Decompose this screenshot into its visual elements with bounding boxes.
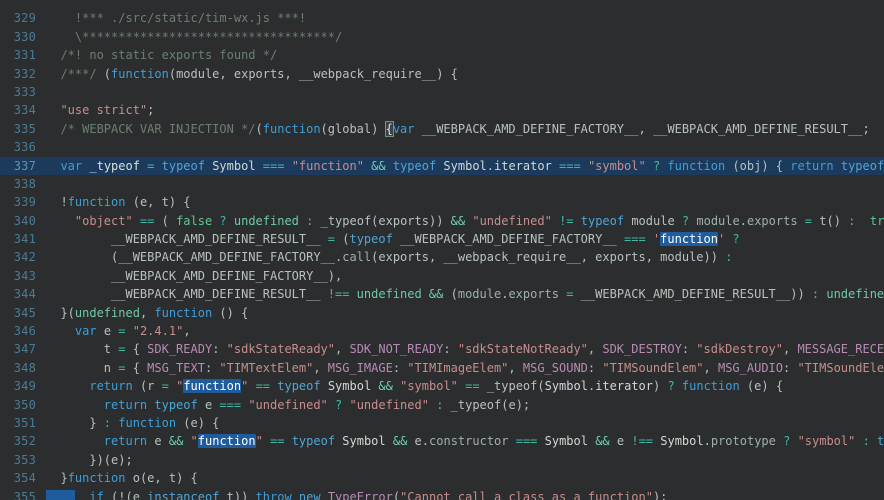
line-content[interactable]: return e && "function" == typeof Symbol … — [46, 432, 884, 450]
line-number: 345 — [0, 304, 46, 322]
code-line[interactable]: 344 __WEBPACK_AMD_DEFINE_RESULT__ !== un… — [0, 285, 884, 303]
code-line-selected[interactable]: 337 var _typeof = typeof Symbol === "fun… — [0, 157, 884, 175]
line-number: 343 — [0, 267, 46, 285]
line-number: 346 — [0, 322, 46, 340]
search-match-highlight: function — [183, 379, 241, 393]
line-number: 349 — [0, 377, 46, 395]
line-content[interactable]: t = { SDK_READY: "sdkStateReady", SDK_NO… — [46, 340, 884, 358]
line-content[interactable]: return (r = "function" == typeof Symbol … — [46, 377, 884, 395]
line-content[interactable]: /*! no static exports found */ — [46, 46, 884, 64]
line-number: 330 — [0, 28, 46, 46]
line-content[interactable]: __WEBPACK_AMD_DEFINE_RESULT__ !== undefi… — [46, 285, 884, 303]
line-content[interactable]: /*!***********************************!*… — [46, 0, 884, 9]
code-line[interactable]: 347 t = { SDK_READY: "sdkStateReady", SD… — [0, 340, 884, 358]
code-line[interactable]: 353 })(e); — [0, 451, 884, 469]
line-number: 338 — [0, 175, 46, 193]
code-line[interactable]: 328 /*!*********************************… — [0, 0, 884, 9]
line-number: 334 — [0, 101, 46, 119]
code-line[interactable]: 335 /* WEBPACK VAR INJECTION */(function… — [0, 120, 884, 138]
code-line[interactable]: 345 }(undefined, function () { — [0, 304, 884, 322]
code-line[interactable]: 355 if (!(e instanceof t)) throw new Typ… — [0, 488, 884, 500]
code-line[interactable]: 330 \***********************************… — [0, 28, 884, 46]
line-content[interactable]: if (!(e instanceof t)) throw new TypeErr… — [46, 488, 884, 500]
bracket-match-highlight: { — [386, 122, 393, 136]
code-line[interactable]: 334 "use strict"; — [0, 101, 884, 119]
line-number: 344 — [0, 285, 46, 303]
line-number: 329 — [0, 9, 46, 27]
line-content[interactable]: })(e); — [46, 451, 884, 469]
line-content[interactable]: \***********************************/ — [46, 28, 884, 46]
line-number: 333 — [0, 83, 46, 101]
line-number: 347 — [0, 340, 46, 358]
search-match-highlight: function — [198, 434, 256, 448]
line-number: 354 — [0, 469, 46, 487]
code-line[interactable]: 340 "object" == ( false ? undefined : _t… — [0, 212, 884, 230]
line-number: 340 — [0, 212, 46, 230]
code-editor[interactable]: 328 /*!*********************************… — [0, 0, 884, 500]
code-line[interactable]: 331 /*! no static exports found */ — [0, 46, 884, 64]
line-number: 336 — [0, 138, 46, 156]
code-line[interactable]: 339 !function (e, t) { — [0, 193, 884, 211]
code-line[interactable]: 336 — [0, 138, 884, 156]
line-content[interactable]: }function o(e, t) { — [46, 469, 884, 487]
code-line[interactable]: 342 (__WEBPACK_AMD_DEFINE_FACTORY__.call… — [0, 248, 884, 266]
code-line[interactable]: 352 return e && "function" == typeof Sym… — [0, 432, 884, 450]
line-number: 339 — [0, 193, 46, 211]
line-number: 331 — [0, 46, 46, 64]
code-line[interactable]: 351 } : function (e) { — [0, 414, 884, 432]
cursor-selection-highlight — [46, 490, 75, 500]
code-line[interactable]: 341 __WEBPACK_AMD_DEFINE_RESULT__ = (typ… — [0, 230, 884, 248]
code-line[interactable]: 343 __WEBPACK_AMD_DEFINE_FACTORY__), — [0, 267, 884, 285]
line-content[interactable]: } : function (e) { — [46, 414, 884, 432]
line-content[interactable]: "use strict"; — [46, 101, 884, 119]
line-number: 342 — [0, 248, 46, 266]
line-content[interactable]: return typeof e === "undefined" ? "undef… — [46, 396, 884, 414]
line-number: 350 — [0, 396, 46, 414]
line-content[interactable]: __WEBPACK_AMD_DEFINE_RESULT__ = (typeof … — [46, 230, 884, 248]
line-content[interactable]: /***/ (function(module, exports, __webpa… — [46, 65, 884, 83]
code-line[interactable]: 332 /***/ (function(module, exports, __w… — [0, 65, 884, 83]
line-content[interactable]: }(undefined, function () { — [46, 304, 884, 322]
line-content[interactable]: n = { MSG_TEXT: "TIMTextElem", MSG_IMAGE… — [46, 359, 884, 377]
line-content[interactable]: "object" == ( false ? undefined : _typeo… — [46, 212, 884, 230]
line-number: 332 — [0, 65, 46, 83]
line-content[interactable]: var e = "2.4.1", — [46, 322, 884, 340]
code-line[interactable]: 338 — [0, 175, 884, 193]
line-number: 328 — [0, 0, 46, 9]
code-surface[interactable]: 328 /*!*********************************… — [0, 0, 884, 500]
line-number: 355 — [0, 488, 46, 500]
code-line[interactable]: 333 — [0, 83, 884, 101]
line-number: 335 — [0, 120, 46, 138]
line-number: 352 — [0, 432, 46, 450]
code-line[interactable]: 349 return (r = "function" == typeof Sym… — [0, 377, 884, 395]
line-content[interactable]: !*** ./src/static/tim-wx.js ***! — [46, 9, 884, 27]
line-number: 348 — [0, 359, 46, 377]
code-line[interactable]: 348 n = { MSG_TEXT: "TIMTextElem", MSG_I… — [0, 359, 884, 377]
code-line[interactable]: 329 !*** ./src/static/tim-wx.js ***! — [0, 9, 884, 27]
code-line[interactable]: 350 return typeof e === "undefined" ? "u… — [0, 396, 884, 414]
line-number: 351 — [0, 414, 46, 432]
code-line[interactable]: 354 }function o(e, t) { — [0, 469, 884, 487]
line-number: 337 — [0, 157, 46, 175]
search-match-highlight: function — [660, 232, 718, 246]
line-number: 341 — [0, 230, 46, 248]
line-content[interactable]: __WEBPACK_AMD_DEFINE_FACTORY__), — [46, 267, 884, 285]
line-content[interactable]: /* WEBPACK VAR INJECTION */(function(glo… — [46, 120, 884, 138]
line-number: 353 — [0, 451, 46, 469]
code-line[interactable]: 346 var e = "2.4.1", — [0, 322, 884, 340]
line-content[interactable]: (__WEBPACK_AMD_DEFINE_FACTORY__.call(exp… — [46, 248, 884, 266]
line-content[interactable]: !function (e, t) { — [46, 193, 884, 211]
line-content[interactable]: var _typeof = typeof Symbol === "functio… — [46, 157, 884, 175]
